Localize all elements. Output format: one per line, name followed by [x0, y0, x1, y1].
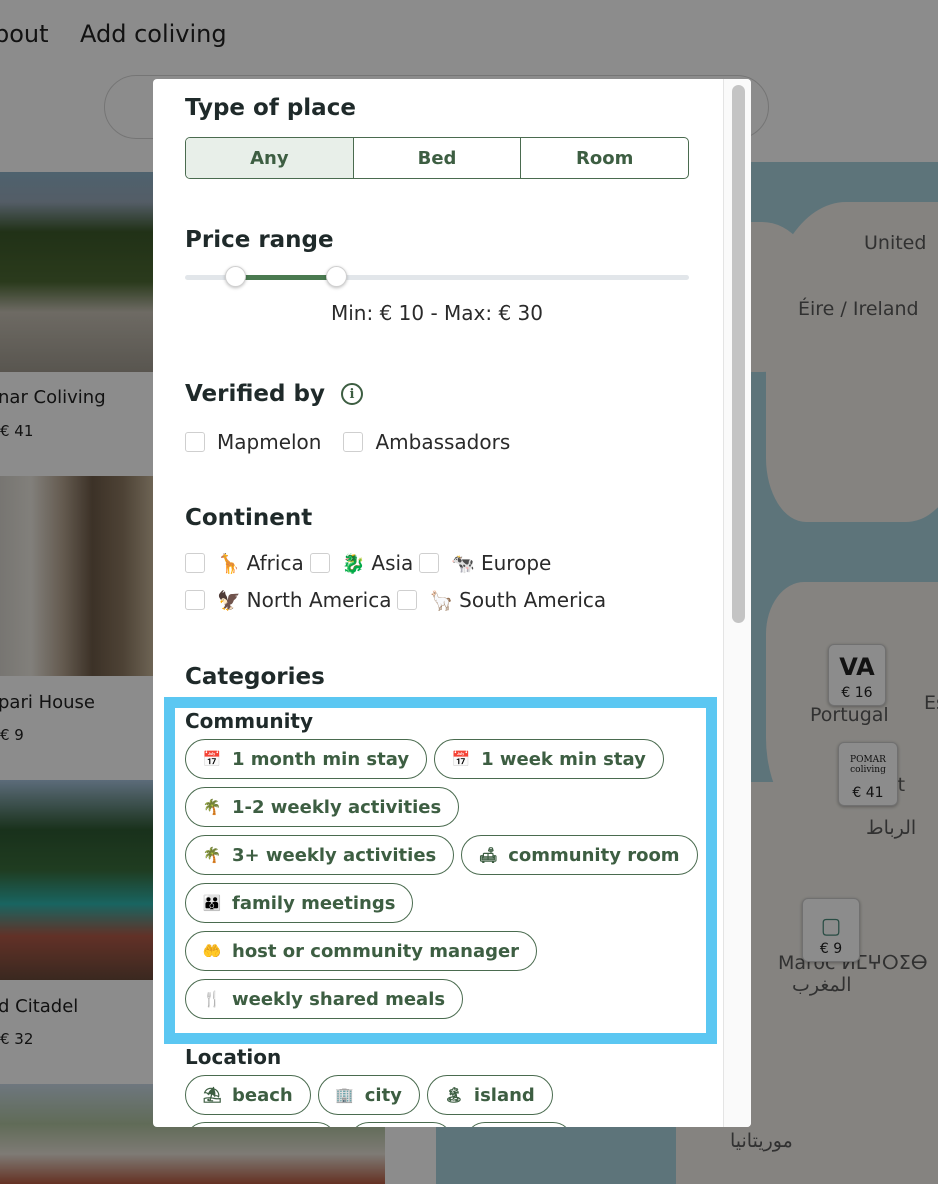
chip-label: beach — [232, 1084, 293, 1106]
price-range-fill — [235, 275, 337, 280]
chip-1-2-weekly-activities[interactable]: 🌴 1-2 weekly activities — [185, 787, 460, 827]
chip-weekly-shared-meals[interactable]: 🍴 weekly shared meals — [185, 979, 464, 1019]
chip-label: 1-2 weekly activities — [232, 796, 442, 818]
cow-icon: 🐄 — [451, 552, 475, 575]
chip-beach[interactable]: ⛱ beach — [185, 1075, 311, 1115]
europe-label[interactable]: Europe — [481, 551, 551, 575]
chip-1-month-min-stay[interactable]: 📅 1 month min stay — [185, 739, 428, 779]
type-option-any[interactable]: Any — [186, 138, 354, 178]
llama-icon: 🦙 — [429, 589, 454, 612]
type-of-place-selector: Any Bed Room — [185, 137, 689, 179]
continent-heading: Continent — [185, 505, 313, 531]
verified-by-options: Mapmelon Ambassadors — [185, 430, 532, 454]
europe-checkbox[interactable] — [419, 553, 440, 573]
price-range-readout: Min: € 10 - Max: € 30 — [330, 301, 544, 325]
activity-icon: 🌴 — [202, 846, 222, 864]
calendar-icon: 📅 — [451, 750, 471, 768]
buildings-icon: 🏢 — [335, 1086, 355, 1104]
chip-community-room[interactable]: 🛋 community room — [461, 835, 698, 875]
eagle-icon: 🦅 — [217, 589, 241, 612]
asia-label[interactable]: Asia — [371, 551, 413, 575]
hand-heart-icon: 🤲 — [202, 942, 222, 960]
chip-label: 1 month min stay — [232, 748, 410, 770]
activity-icon: 🌴 — [202, 798, 222, 816]
info-icon[interactable]: i — [341, 383, 363, 405]
chip-label: city — [364, 1084, 402, 1106]
chip-1-week-min-stay[interactable]: 📅 1 week min stay — [434, 739, 664, 779]
chip-city[interactable]: 🏢 city — [317, 1075, 420, 1115]
ambassadors-label[interactable]: Ambassadors — [375, 430, 510, 454]
modal-scrollbar[interactable] — [723, 79, 751, 1127]
calendar-icon: 📅 — [202, 750, 222, 768]
scrollbar-thumb[interactable] — [732, 85, 745, 623]
chip-row: 🤲 host or community manager — [185, 931, 538, 971]
utensils-icon: 🍴 — [202, 990, 222, 1008]
chip-label: family meetings — [232, 892, 396, 914]
continent-options-row: 🦅 North America 🦙 South America — [185, 588, 612, 612]
chip-label: 3+ weekly activities — [232, 844, 437, 866]
island-icon: 🏝 — [444, 1086, 464, 1104]
chip-row: 📅 1 month min stay 📅 1 week min stay — [185, 739, 664, 779]
chip-row: 👪 family meetings — [185, 883, 414, 923]
categories-heading: Categories — [185, 664, 325, 690]
chip-row: 🍴 weekly shared meals — [185, 979, 464, 1019]
chip-row: 🌴 3+ weekly activities 🛋 community room — [185, 835, 698, 875]
chip-family-meetings[interactable]: 👪 family meetings — [185, 883, 414, 923]
north-america-checkbox[interactable] — [185, 590, 205, 610]
people-icon: 👪 — [202, 894, 222, 912]
north-america-label[interactable]: North America — [247, 588, 392, 612]
beach-umbrella-icon: ⛱ — [202, 1086, 222, 1104]
price-max-handle[interactable] — [326, 266, 347, 287]
dragon-icon: 🐉 — [341, 552, 366, 575]
sofa-icon: 🛋 — [478, 846, 498, 864]
type-of-place-heading: Type of place — [185, 95, 356, 121]
continent-options-row: 🦒 Africa 🐉 Asia 🐄 Europe — [185, 551, 557, 575]
price-min-handle[interactable] — [225, 266, 246, 287]
chip-label: host or community manager — [232, 940, 520, 962]
chip-label: community room — [508, 844, 680, 866]
chip-row: 🌴 1-2 weekly activities — [185, 787, 460, 827]
verified-by-heading: Verified by — [185, 381, 325, 407]
chip-host-or-community-manager[interactable]: 🤲 host or community manager — [185, 931, 538, 971]
type-option-bed[interactable]: Bed — [354, 138, 522, 178]
giraffe-icon: 🦒 — [217, 552, 241, 575]
mapmelon-checkbox[interactable] — [185, 432, 205, 452]
chip-label: island — [473, 1084, 535, 1106]
chip-island[interactable]: 🏝 island — [426, 1075, 553, 1115]
chip-row: ⛱ beach 🏢 city 🏝 island — [185, 1075, 553, 1115]
type-option-room[interactable]: Room — [521, 138, 688, 178]
price-range-heading: Price range — [185, 227, 334, 253]
chip-label: weekly shared meals — [232, 988, 446, 1010]
south-america-checkbox[interactable] — [397, 590, 418, 610]
chip-label: 1 week min stay — [481, 748, 646, 770]
south-america-label[interactable]: South America — [459, 588, 606, 612]
asia-checkbox[interactable] — [309, 553, 330, 573]
africa-label[interactable]: Africa — [247, 551, 304, 575]
ambassadors-checkbox[interactable] — [343, 432, 364, 452]
mapmelon-label[interactable]: Mapmelon — [217, 430, 321, 454]
chip-3-weekly-activities[interactable]: 🌴 3+ weekly activities — [185, 835, 455, 875]
price-range-slider[interactable] — [185, 266, 689, 287]
africa-checkbox[interactable] — [185, 553, 205, 573]
